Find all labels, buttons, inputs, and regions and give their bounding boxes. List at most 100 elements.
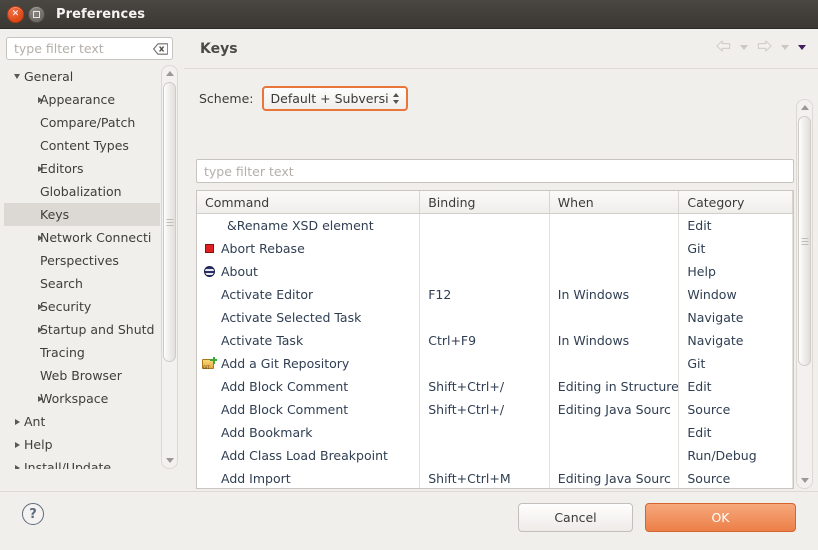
cell-category: Run/Debug — [679, 444, 793, 467]
scroll-down-icon[interactable] — [797, 473, 812, 488]
table-vertical-scrollbar[interactable] — [796, 99, 813, 489]
sidebar-item-help[interactable]: Help — [4, 433, 160, 456]
sidebar-item-ant[interactable]: Ant — [4, 410, 160, 433]
table-row[interactable]: Activate Selected Task Navigate — [197, 306, 793, 329]
close-icon[interactable]: ✕ — [7, 5, 24, 23]
sidebar-item-search[interactable]: Search — [4, 272, 160, 295]
help-icon[interactable]: ? — [22, 503, 44, 525]
cell-binding: Shift+Ctrl+M — [420, 467, 550, 488]
row-icon-placeholder — [201, 310, 218, 326]
sidebar-item-label: Keys — [40, 207, 70, 222]
dialog-footer: ? Cancel OK — [0, 491, 818, 550]
sidebar-item-content-types[interactable]: Content Types — [4, 134, 160, 157]
chevron-right-icon[interactable] — [22, 395, 43, 402]
clear-icon[interactable] — [153, 42, 168, 55]
sidebar-item-perspectives[interactable]: Perspectives — [4, 249, 160, 272]
command-label: Abort Rebase — [221, 241, 305, 256]
sidebar-vertical-scrollbar[interactable] — [161, 65, 178, 469]
maximize-icon[interactable] — [28, 5, 45, 23]
sidebar-item-label: Startup and Shutd — [40, 322, 155, 337]
sidebar-item-workspace[interactable]: Workspace — [4, 387, 160, 410]
table-body[interactable]: &Rename XSD element Edit Abort Rebase Git Ab… — [197, 214, 793, 488]
sidebar-item-editors[interactable]: Editors — [4, 157, 160, 180]
sidebar-item-security[interactable]: Security — [4, 295, 160, 318]
sidebar-item-label: Content Types — [40, 138, 129, 153]
table-row[interactable]: Add Class Load Breakpoint Run/Debug — [197, 444, 793, 467]
cell-command: GIT Add a Git Repository — [197, 352, 421, 375]
chevron-right-icon[interactable] — [22, 326, 43, 333]
stop-icon — [205, 244, 214, 253]
sidebar-item-web-browser[interactable]: Web Browser — [4, 364, 160, 387]
cell-when — [550, 260, 680, 283]
row-icon — [201, 264, 218, 280]
sidebar-item-network-connecti[interactable]: Network Connecti — [4, 226, 160, 249]
table-row[interactable]: Abort Rebase Git — [197, 237, 793, 260]
preferences-tree[interactable]: General Appearance Compare/Patch Content Ty… — [4, 65, 160, 469]
chevron-right-icon[interactable] — [22, 96, 43, 103]
cell-binding: Shift+Ctrl+/ — [420, 398, 550, 421]
chevron-down-icon[interactable] — [740, 45, 748, 50]
column-header-when[interactable]: When — [550, 191, 680, 213]
column-header-category[interactable]: Category — [679, 191, 793, 213]
sidebar-item-label: Search — [40, 276, 83, 291]
back-arrow-icon[interactable] — [716, 40, 731, 55]
chevron-down-icon[interactable] — [781, 45, 789, 50]
ok-button[interactable]: OK — [645, 503, 796, 532]
table-row[interactable]: Activate Task Ctrl+F9 In Windows Navigate — [197, 329, 793, 352]
table-header-row: Command Binding When Category — [197, 191, 793, 214]
cell-binding — [420, 214, 550, 237]
sidebar-item-keys[interactable]: Keys — [4, 203, 160, 226]
chevron-down-icon[interactable] — [8, 74, 24, 79]
cancel-button-label: Cancel — [554, 510, 597, 525]
row-icon-placeholder — [201, 333, 218, 349]
spinner-updown-icon[interactable] — [391, 92, 402, 104]
table-row[interactable]: Activate Editor F12 In Windows Window — [197, 283, 793, 306]
chevron-right-icon[interactable] — [22, 234, 43, 241]
column-header-command[interactable]: Command — [197, 191, 421, 213]
sidebar-item-tracing[interactable]: Tracing — [4, 341, 160, 364]
table-row[interactable]: Add Bookmark Edit — [197, 421, 793, 444]
sidebar-item-install-update[interactable]: Install/Update — [4, 456, 160, 469]
table-row[interactable]: Add Block Comment Shift+Ctrl+/Editing in … — [197, 375, 793, 398]
navigation-toolbar — [716, 40, 806, 55]
chevron-right-icon[interactable] — [8, 441, 24, 448]
cell-command: Add Bookmark — [197, 421, 421, 444]
cell-command: Abort Rebase — [197, 237, 421, 260]
view-menu-icon[interactable] — [798, 45, 806, 50]
scroll-up-icon[interactable] — [162, 66, 177, 81]
table-row[interactable]: About Help — [197, 260, 793, 283]
cancel-button[interactable]: Cancel — [518, 503, 633, 532]
table-row[interactable]: GIT Add a Git Repository Git — [197, 352, 793, 375]
table-row[interactable]: Add Block Comment Shift+Ctrl+/Editing Jav… — [197, 398, 793, 421]
scrollbar-thumb[interactable] — [798, 116, 811, 366]
cell-binding — [420, 306, 550, 329]
column-header-binding[interactable]: Binding — [420, 191, 550, 213]
sidebar-item-compare-patch[interactable]: Compare/Patch — [4, 111, 160, 134]
search-input-placeholder: type filter text — [14, 41, 104, 56]
chevron-right-icon[interactable] — [8, 464, 24, 469]
command-label: About — [221, 264, 258, 279]
scroll-down-icon[interactable] — [162, 453, 177, 468]
sidebar-item-general[interactable]: General — [4, 65, 160, 88]
row-icon-placeholder — [201, 218, 218, 234]
chevron-right-icon[interactable] — [22, 165, 43, 172]
chevron-right-icon[interactable] — [22, 303, 43, 310]
command-label: Add Block Comment — [221, 379, 349, 394]
row-icon-placeholder — [201, 402, 218, 418]
scroll-up-icon[interactable] — [797, 100, 812, 115]
search-input[interactable]: type filter text — [6, 37, 173, 60]
sidebar-item-startup-and-shutd[interactable]: Startup and Shutd — [4, 318, 160, 341]
cell-category: Window — [679, 283, 793, 306]
scrollbar-thumb[interactable] — [163, 82, 176, 362]
sidebar-item-globalization[interactable]: Globalization — [4, 180, 160, 203]
row-icon: GIT — [201, 356, 218, 372]
command-label: &Rename XSD element — [227, 218, 374, 233]
chevron-right-icon[interactable] — [8, 418, 24, 425]
row-icon — [201, 241, 218, 257]
sidebar-item-appearance[interactable]: Appearance — [4, 88, 160, 111]
table-row[interactable]: &Rename XSD element Edit — [197, 214, 793, 237]
scheme-select[interactable]: Default + Subversi — [261, 85, 408, 111]
keys-filter-input[interactable]: type filter text — [196, 159, 794, 183]
forward-arrow-icon[interactable] — [757, 40, 772, 55]
table-row[interactable]: Add Import Shift+Ctrl+M Editing Java Sourc… — [197, 467, 793, 488]
